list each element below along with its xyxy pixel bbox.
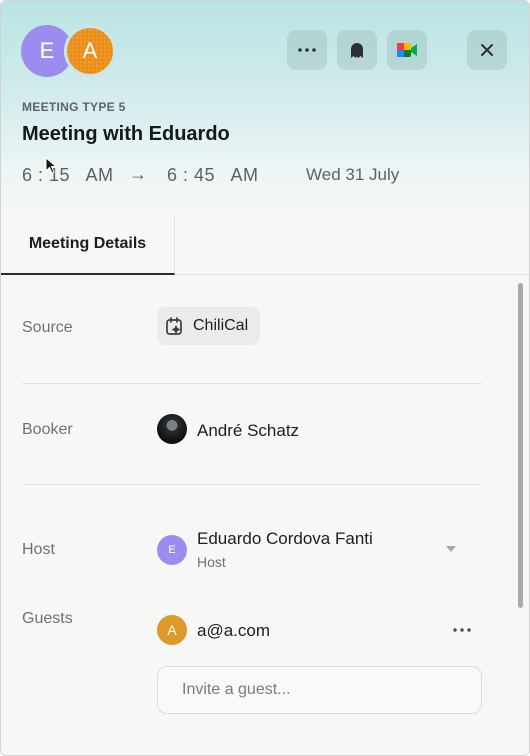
more-horizontal-icon [298,48,316,52]
scrollbar[interactable] [518,283,523,608]
more-options-button[interactable] [287,30,327,70]
guest-email: a@a.com [197,621,271,640]
host-role: Host [197,554,226,570]
host-dropdown-chevron-icon[interactable] [446,546,456,552]
meeting-header: E A MEETING TYPE 5 Meeting with Eduardo … [1,1,529,215]
close-button[interactable] [467,30,507,70]
ghost-icon [351,43,363,58]
source-label: Source [22,319,73,336]
booker-label: Booker [22,421,73,438]
host-label: Host [22,541,55,558]
tab-bar: Meeting Details [1,215,529,275]
tab-meeting-details[interactable]: Meeting Details [1,215,175,275]
mouse-cursor-icon [45,157,57,174]
time-arrow-icon: → [129,164,148,184]
meeting-date[interactable]: Wed 31 July [306,165,399,185]
guest-avatar: A [157,615,187,645]
divider [22,484,482,485]
close-icon [481,44,493,56]
google-meet-button[interactable] [387,30,427,70]
meeting-panel: E A MEETING TYPE 5 Meeting with Eduardo … [0,0,530,756]
divider [22,383,482,384]
meeting-type-label: MEETING TYPE 5 [22,100,126,114]
meeting-title: Meeting with Eduardo [22,123,230,145]
end-time[interactable]: 6 : 45 AM [167,165,259,186]
guest-more-button[interactable] [449,621,475,639]
guests-label: Guests [22,610,73,627]
host-avatar: E [157,535,187,565]
calendar-sparkle-icon [166,317,182,335]
booker-name: André Schatz [197,421,300,440]
host-name: Eduardo Cordova Fanti [197,529,373,548]
attendee-avatar-a[interactable]: A [64,25,116,77]
booker-avatar [157,414,187,444]
source-chip[interactable]: ChiliCal [157,307,261,345]
source-value: ChiliCal [193,317,249,334]
ghost-mode-button[interactable] [337,30,377,70]
more-horizontal-icon [453,628,471,632]
start-time[interactable]: 6 : 15 AM [22,165,114,186]
invite-guest-input[interactable] [157,666,482,714]
google-meet-icon [397,43,417,57]
